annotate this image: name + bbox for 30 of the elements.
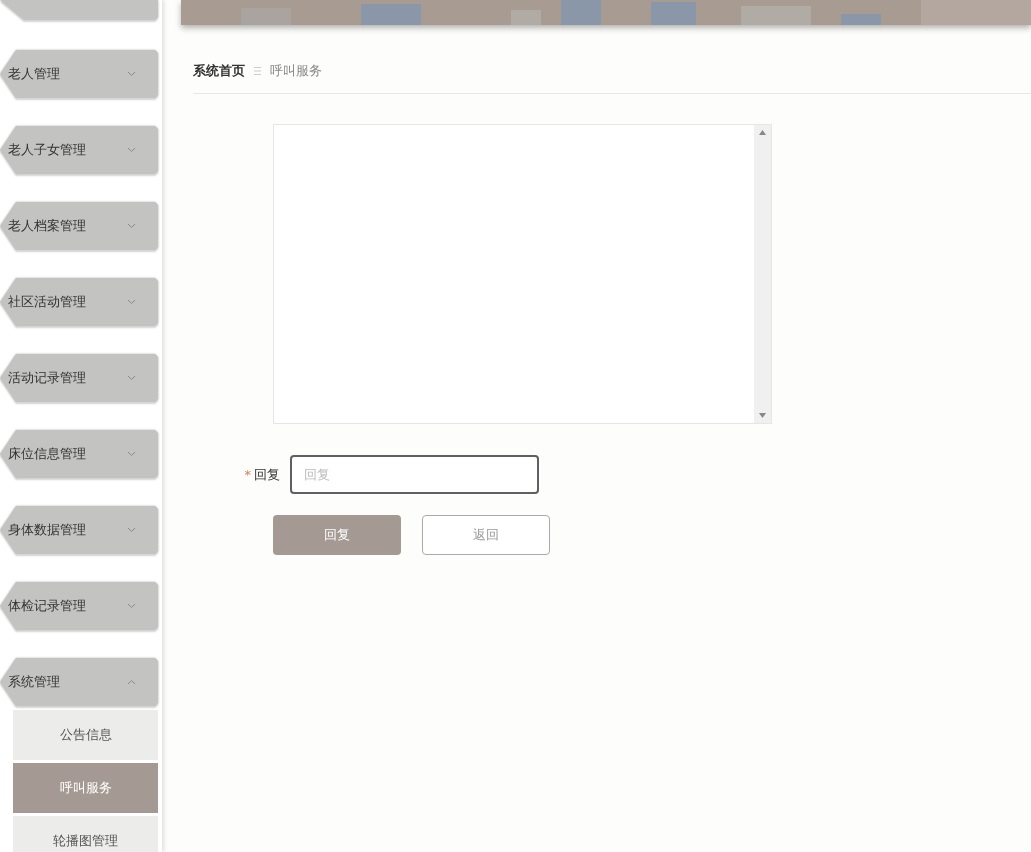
reply-field[interactable]: 回复 bbox=[290, 455, 539, 494]
separator-icon bbox=[253, 66, 262, 76]
chevron-icon bbox=[127, 451, 136, 457]
menu-item[interactable]: 床位信息管理 bbox=[0, 430, 158, 478]
scrollbar[interactable] bbox=[754, 125, 771, 423]
breadcrumb-item: 呼叫服务 bbox=[270, 62, 322, 80]
chevron-icon bbox=[127, 527, 136, 533]
menu-item[interactable]: 老人管理 bbox=[0, 50, 158, 98]
menu-item[interactable]: 身体数据管理 bbox=[0, 506, 158, 554]
scroll-up-icon[interactable] bbox=[759, 130, 766, 135]
required-mark: * bbox=[243, 467, 251, 482]
menu-item[interactable] bbox=[0, 0, 158, 20]
submenu-item[interactable]: 公告信息 bbox=[13, 710, 158, 760]
chevron-icon bbox=[127, 147, 136, 153]
menu-item[interactable]: 活动记录管理 bbox=[0, 354, 158, 402]
menu-item[interactable]: 老人档案管理 bbox=[0, 202, 158, 250]
chevron-icon bbox=[127, 679, 136, 685]
scroll-down-icon[interactable] bbox=[759, 413, 766, 418]
menu-item[interactable]: 系统管理 bbox=[0, 658, 158, 706]
breadcrumb-item[interactable]: 系统首页 bbox=[193, 62, 245, 80]
chevron-icon bbox=[127, 223, 136, 229]
chevron-icon bbox=[127, 71, 136, 77]
chevron-icon bbox=[127, 603, 136, 609]
menu-item[interactable]: 体检记录管理 bbox=[0, 582, 158, 630]
chevron-icon bbox=[127, 299, 136, 305]
field-label: 回复 bbox=[254, 465, 280, 484]
chevron-icon bbox=[127, 375, 136, 381]
submenu-item[interactable]: 轮播图管理 bbox=[13, 816, 158, 852]
menu-item[interactable]: 老人子女管理 bbox=[0, 126, 158, 174]
menu-item[interactable]: 社区活动管理 bbox=[0, 278, 158, 326]
